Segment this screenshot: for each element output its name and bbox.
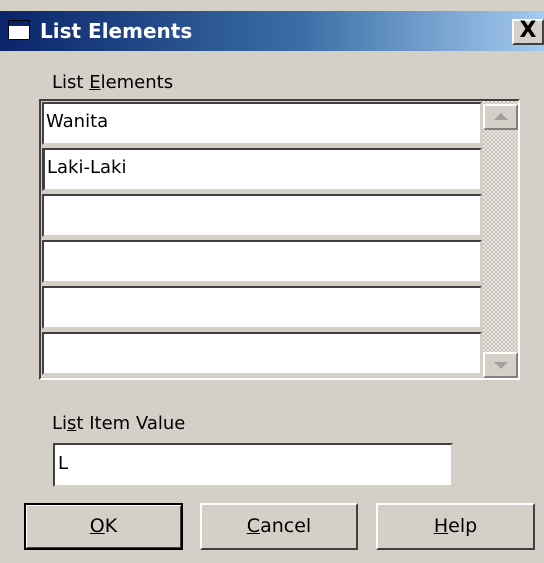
- list-elements-box[interactable]: Wanita Laki-Laki: [39, 99, 520, 380]
- list-item[interactable]: [42, 286, 482, 329]
- window-title: List Elements: [40, 19, 193, 43]
- title-bar[interactable]: List Elements X: [0, 11, 544, 51]
- close-button[interactable]: X: [512, 19, 544, 45]
- list-item[interactable]: Laki-Laki: [42, 148, 482, 191]
- list-elements-dialog: List Elements X List Elements Wanita Lak…: [0, 0, 544, 563]
- window-icon: [8, 20, 30, 40]
- scroll-down-button[interactable]: [483, 352, 518, 378]
- ok-button[interactable]: OK: [24, 503, 183, 550]
- list-item-value-label: List Item Value: [52, 413, 186, 434]
- list-item[interactable]: [42, 194, 482, 237]
- down-arrow-icon: [494, 362, 508, 369]
- close-icon: X: [519, 18, 537, 43]
- cancel-button[interactable]: Cancel: [200, 503, 358, 550]
- scroll-up-button[interactable]: [483, 104, 518, 130]
- list-item[interactable]: Wanita: [42, 102, 482, 145]
- list-elements-rows: Wanita Laki-Laki: [41, 101, 482, 378]
- up-arrow-icon: [494, 113, 508, 120]
- list-elements-label: List Elements: [52, 72, 174, 93]
- help-button[interactable]: Help: [376, 503, 535, 550]
- list-item-value-input[interactable]: L: [53, 443, 453, 487]
- list-scrollbar[interactable]: [483, 101, 518, 378]
- list-item[interactable]: [42, 332, 482, 375]
- list-item[interactable]: [42, 240, 482, 283]
